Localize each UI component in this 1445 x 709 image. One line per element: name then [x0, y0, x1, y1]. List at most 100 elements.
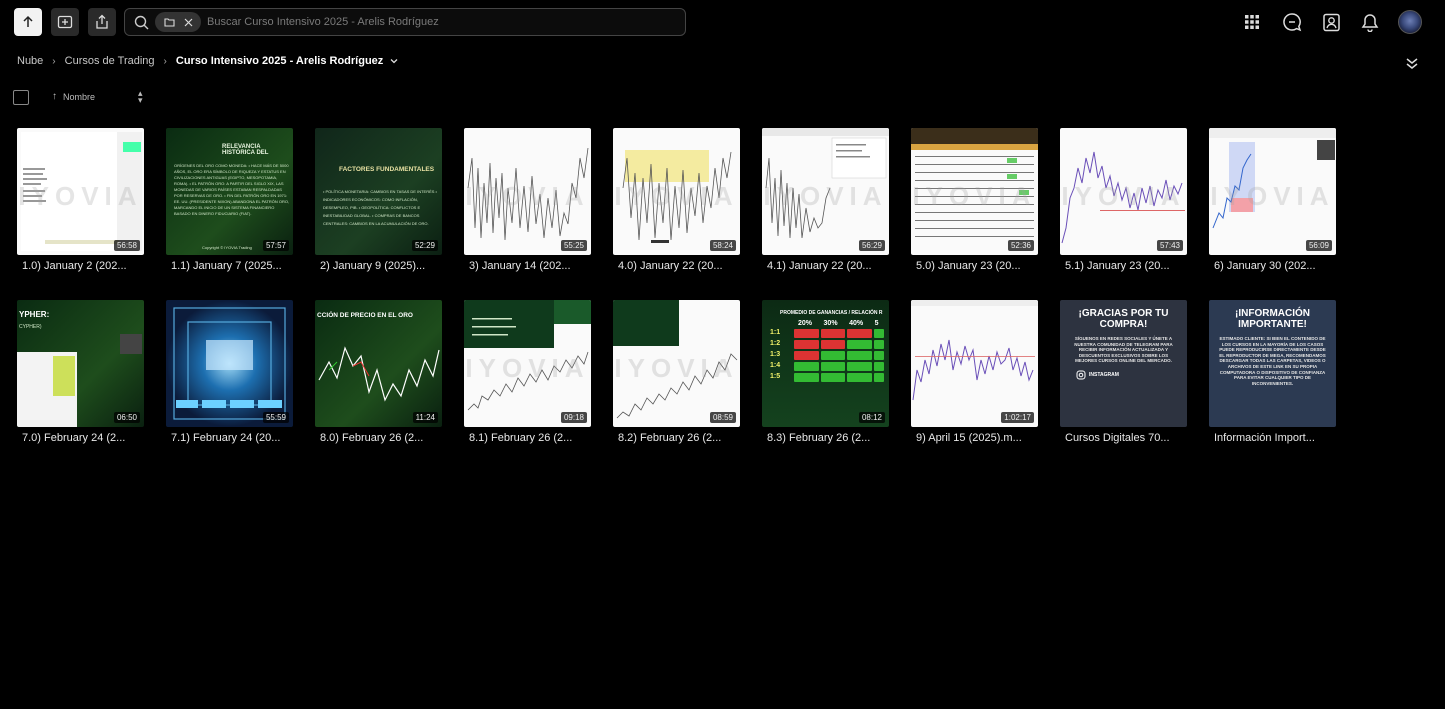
- bell-icon[interactable]: [1358, 10, 1382, 34]
- duration-badge: 52:36: [1007, 240, 1034, 251]
- chevron-down-icon[interactable]: [389, 56, 399, 66]
- video-thumbnail[interactable]: IYOVIA 52:36: [911, 128, 1038, 255]
- share-button[interactable]: [88, 8, 116, 36]
- video-thumbnail[interactable]: IYOVIA 58:24: [613, 128, 740, 255]
- table-header: 30%: [823, 320, 838, 327]
- video-thumbnail[interactable]: IYOVIA 57:43: [1060, 128, 1187, 255]
- file-card[interactable]: IYOVIA 56:09 6) January 30 (202...: [1209, 128, 1336, 272]
- close-icon[interactable]: [184, 18, 193, 27]
- file-card[interactable]: IYOVIA 56:58 1.0) January 2 (202...: [17, 128, 144, 272]
- folder-icon: [163, 18, 175, 27]
- file-name[interactable]: 5.0) January 23 (20...: [911, 260, 1038, 272]
- file-card[interactable]: CCIÓN DE PRECIO EN EL ORO 11:24 8.0) Feb…: [315, 300, 442, 444]
- file-name[interactable]: 4.0) January 22 (20...: [613, 260, 740, 272]
- select-all-checkbox[interactable]: [13, 90, 29, 105]
- video-thumbnail[interactable]: IYOVIA 55:25: [464, 128, 591, 255]
- file-name[interactable]: 7.1) February 24 (20...: [166, 432, 293, 444]
- breadcrumb-root[interactable]: Nube: [17, 55, 43, 67]
- watermark: IYOVIA: [18, 181, 143, 212]
- file-card[interactable]: PROMEDIO DE GANANCIAS / RELACIÓN R 20% 3…: [762, 300, 889, 444]
- file-card[interactable]: RELEVANCIA HISTÓRICA DEL ORÍGENES DEL OR…: [166, 128, 293, 272]
- search-bar[interactable]: [124, 8, 686, 36]
- breadcrumb-parent[interactable]: Cursos de Trading: [65, 55, 155, 67]
- video-thumbnail[interactable]: CCIÓN DE PRECIO EN EL ORO 11:24: [315, 300, 442, 427]
- file-card[interactable]: 1:02:17 9) April 15 (2025).m...: [911, 300, 1038, 444]
- chevron-right-icon: ›: [52, 55, 56, 67]
- upload-button[interactable]: [14, 8, 42, 36]
- video-thumbnail[interactable]: 55:59: [166, 300, 293, 427]
- file-name[interactable]: 5.1) January 23 (20...: [1060, 260, 1187, 272]
- file-name[interactable]: 8.3) February 26 (2...: [762, 432, 889, 444]
- watermark: IYOVIA: [614, 181, 739, 212]
- file-card[interactable]: FACTORES FUNDAMENTALES • POLÍTICA MONETA…: [315, 128, 442, 272]
- contacts-icon[interactable]: [1319, 10, 1343, 34]
- file-card[interactable]: 55:59 7.1) February 24 (20...: [166, 300, 293, 444]
- file-name[interactable]: 8.1) February 26 (2...: [464, 432, 591, 444]
- image-thumbnail[interactable]: ¡INFORMACIÓN IMPORTANTE! ESTIMADO CLIENT…: [1209, 300, 1336, 427]
- video-thumbnail[interactable]: IYOVIA 56:29: [762, 128, 889, 255]
- video-thumbnail[interactable]: 1:02:17: [911, 300, 1038, 427]
- slide-title: FACTORES FUNDAMENTALES: [339, 166, 435, 173]
- file-name[interactable]: 8.2) February 26 (2...: [613, 432, 740, 444]
- duration-badge: 56:58: [113, 240, 140, 251]
- file-card[interactable]: IYOVIA 56:29 4.1) January 22 (20...: [762, 128, 889, 272]
- video-thumbnail[interactable]: FACTORES FUNDAMENTALES • POLÍTICA MONETA…: [315, 128, 442, 255]
- video-thumbnail[interactable]: IYOVIA 56:58: [17, 128, 144, 255]
- duration-badge: 09:18: [560, 412, 587, 423]
- duration-badge: 58:24: [709, 240, 736, 251]
- file-card[interactable]: IYOVIA 08:59 8.2) February 26 (2...: [613, 300, 740, 444]
- file-name[interactable]: Información Import...: [1209, 432, 1336, 444]
- file-name[interactable]: 1.0) January 2 (202...: [17, 260, 144, 272]
- file-name[interactable]: 3) January 14 (202...: [464, 260, 591, 272]
- video-thumbnail[interactable]: RELEVANCIA HISTÓRICA DEL ORÍGENES DEL OR…: [166, 128, 293, 255]
- search-input[interactable]: [207, 16, 685, 28]
- watermark: IYOVIA: [465, 181, 590, 212]
- apps-icon[interactable]: [1240, 10, 1264, 34]
- duration-badge: 57:57: [262, 240, 289, 251]
- breadcrumb-current[interactable]: Curso Intensivo 2025 - Arelis Rodríguez: [176, 55, 383, 67]
- video-thumbnail[interactable]: YPHER: CYPHER) 06:50: [17, 300, 144, 427]
- file-name[interactable]: 6) January 30 (202...: [1209, 260, 1336, 272]
- file-name[interactable]: 8.0) February 26 (2...: [315, 432, 442, 444]
- chevron-right-icon: ›: [163, 55, 167, 67]
- duration-badge: 57:43: [1156, 240, 1183, 251]
- avatar[interactable]: [1398, 10, 1422, 34]
- collapse-icon[interactable]: [1404, 55, 1420, 71]
- duration-badge: 56:29: [858, 240, 885, 251]
- new-folder-button[interactable]: [51, 8, 79, 36]
- file-card[interactable]: IYOVIA 52:36 5.0) January 23 (20...: [911, 128, 1038, 272]
- duration-badge: 52:29: [411, 240, 438, 251]
- file-name[interactable]: 2) January 9 (2025)...: [315, 260, 442, 272]
- video-thumbnail[interactable]: IYOVIA 08:59: [613, 300, 740, 427]
- table-row-label: 1:3: [770, 351, 781, 358]
- file-name[interactable]: 9) April 15 (2025).m...: [911, 432, 1038, 444]
- file-card[interactable]: ¡INFORMACIÓN IMPORTANTE! ESTIMADO CLIENT…: [1209, 300, 1336, 444]
- chat-icon[interactable]: [1280, 10, 1304, 34]
- file-card[interactable]: IYOVIA 58:24 4.0) January 22 (20...: [613, 128, 740, 272]
- sort-by-name[interactable]: ↑ Nombre: [52, 91, 95, 102]
- sort-toggle-icon[interactable]: ▴ ▾: [138, 89, 143, 105]
- video-thumbnail[interactable]: IYOVIA 09:18: [464, 300, 591, 427]
- duration-badge: 06:50: [113, 412, 140, 423]
- duration-badge: 55:25: [560, 240, 587, 251]
- table-header: 20%: [798, 320, 813, 327]
- slide-bullets: • POLÍTICA MONETARIA: CAMBIOS EN TASAS D…: [323, 189, 437, 226]
- file-card[interactable]: YPHER: CYPHER) 06:50 7.0) February 24 (2…: [17, 300, 144, 444]
- folder-scope-chip[interactable]: [155, 12, 201, 32]
- file-card[interactable]: ¡GRACIAS POR TU COMPRA! SÍGUENOS EN REDE…: [1060, 300, 1187, 444]
- arrow-up-icon: ↑: [52, 91, 57, 102]
- video-thumbnail[interactable]: PROMEDIO DE GANANCIAS / RELACIÓN R 20% 3…: [762, 300, 889, 427]
- file-name[interactable]: Cursos Digitales 70...: [1060, 432, 1187, 444]
- file-name[interactable]: 7.0) February 24 (2...: [17, 432, 144, 444]
- new-folder-icon: [57, 15, 73, 29]
- file-card[interactable]: IYOVIA 55:25 3) January 14 (202...: [464, 128, 591, 272]
- file-name[interactable]: 1.1) January 7 (2025...: [166, 260, 293, 272]
- file-name[interactable]: 4.1) January 22 (20...: [762, 260, 889, 272]
- file-card[interactable]: IYOVIA 57:43 5.1) January 23 (20...: [1060, 128, 1187, 272]
- image-thumbnail[interactable]: ¡GRACIAS POR TU COMPRA! SÍGUENOS EN REDE…: [1060, 300, 1187, 427]
- instagram-icon: [1076, 370, 1086, 380]
- poster: ¡GRACIAS POR TU COMPRA! SÍGUENOS EN REDE…: [1060, 300, 1187, 427]
- share-icon: [96, 14, 108, 29]
- video-thumbnail[interactable]: IYOVIA 56:09: [1209, 128, 1336, 255]
- file-card[interactable]: IYOVIA 09:18 8.1) February 26 (2...: [464, 300, 591, 444]
